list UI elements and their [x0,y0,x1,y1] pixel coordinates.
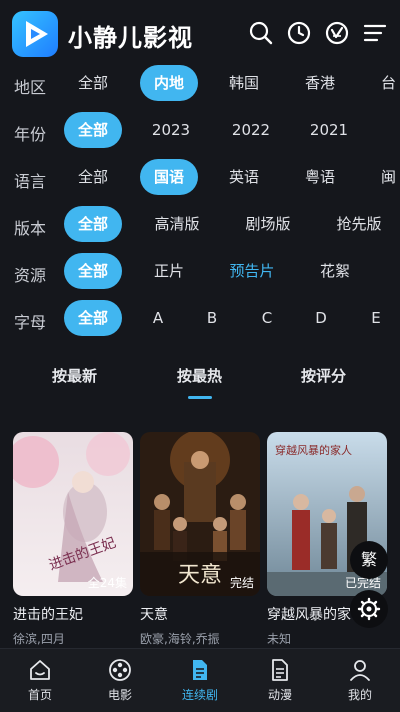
user-icon [350,660,370,681]
nav-label: 动漫 [267,688,292,702]
episode-badge: 全24集 [87,576,127,590]
settings-button[interactable] [350,590,388,628]
search-icon[interactable] [248,20,274,46]
video-list: 进击的王妃 全24集 进击的王妃 徐滨,四月 天意 完结 天意 欧豪,海铃,乔振 [0,432,400,652]
gear-icon [357,597,381,621]
filter-chip[interactable]: 2022 [220,112,282,148]
video-cast: 欧豪,海铃,乔振 [140,632,220,646]
filter-chip[interactable]: 预告片 [222,253,282,289]
filter-chip[interactable]: C [255,300,279,336]
play-icon [26,21,48,47]
filter-chip[interactable]: 粤语 [291,159,349,195]
tab-hottest[interactable]: 按最热 [177,365,222,386]
document-icon [272,659,288,681]
nav-label: 我的 [347,688,372,702]
poster-title: 穿越风暴的家人 [275,443,352,457]
filter-chip[interactable]: 2021 [298,112,360,148]
tab-rating[interactable]: 按评分 [301,365,346,386]
filter-chip[interactable]: 闽 [381,159,400,195]
filter-chip[interactable]: 正片 [140,253,198,289]
nav-movies[interactable]: 电影 [80,649,160,712]
filter-panel: 地区 全部 内地 韩国 香港 台 年份 全部 2023 2022 2021 语言… [0,60,400,342]
filter-chip[interactable]: 2023 [140,112,202,148]
poster[interactable]: 进击的王妃 全24集 [13,432,133,596]
filter-chip[interactable]: B [200,300,224,336]
filter-chip[interactable]: 全部 [64,159,122,195]
filter-chip[interactable]: 抢先版 [327,206,391,242]
bottom-nav: 首页 电影 连续剧 动漫 我的 [0,648,400,712]
filter-chip[interactable]: 剧场版 [236,206,300,242]
tab-latest[interactable]: 按最新 [52,365,97,386]
nav-label: 电影 [107,688,132,702]
history-icon[interactable] [286,20,312,46]
filter-chip-selected[interactable]: 全部 [64,253,122,289]
filter-chip[interactable]: 香港 [291,65,349,101]
filter-row-year: 年份 全部 2023 2022 2021 [0,107,400,153]
active-tab-indicator [188,396,212,399]
film-reel-icon [109,659,131,681]
document-icon [193,660,207,680]
app-title: 小静儿影视 [68,24,193,52]
filter-chip-selected[interactable]: 全部 [64,300,122,336]
traditional-chinese-toggle[interactable]: 繁 [350,541,388,579]
poster-image: 天意 [140,432,260,596]
filter-chip[interactable]: E [364,300,388,336]
filter-chip-selected[interactable]: 全部 [64,206,122,242]
video-title: 天意 [140,607,168,623]
nav-anime[interactable]: 动漫 [240,649,320,712]
app-logo [12,11,58,57]
filter-label: 年份 [14,125,47,144]
filter-row-resource: 资源 全部 正片 预告片 花絮 [0,248,400,294]
app-header: 小静儿影视 [0,0,400,68]
nav-label: 首页 [27,688,52,702]
filter-chip[interactable]: D [309,300,333,336]
filter-chip[interactable]: 全部 [64,65,122,101]
nav-profile[interactable]: 我的 [320,649,400,712]
filter-chip[interactable]: 花絮 [306,253,364,289]
poster-image: 进击的王妃 [13,432,133,596]
filter-label: 版本 [14,219,47,238]
poster[interactable]: 天意 完结 [140,432,260,596]
episode-badge: 完结 [229,576,254,590]
filter-label: 地区 [14,78,47,97]
nav-home[interactable]: 首页 [0,649,80,712]
filter-row-region: 地区 全部 内地 韩国 香港 台 [0,60,400,106]
filter-row-version: 版本 全部 高清版 剧场版 抢先版 [0,201,400,247]
video-cast: 未知 [267,632,292,646]
vip-icon[interactable] [324,20,350,46]
home-icon [30,660,50,680]
video-card[interactable]: 天意 完结 天意 欧豪,海铃,乔振 [140,432,260,647]
filter-chip[interactable]: 台 [381,65,400,101]
nav-label: 连续剧 [181,688,218,702]
filter-row-letter: 字母 全部 A B C D E [0,295,400,341]
sort-tabs: 按最新 按最热 按评分 [0,355,400,405]
menu-icon[interactable] [362,20,388,46]
video-card[interactable]: 进击的王妃 全24集 进击的王妃 徐滨,四月 [13,432,133,647]
filter-chip[interactable]: 高清版 [145,206,209,242]
filter-chip[interactable]: A [146,300,170,336]
filter-label: 字母 [14,313,47,332]
filter-row-language: 语言 全部 国语 英语 粤语 闽 [0,154,400,200]
filter-chip-selected[interactable]: 内地 [140,65,198,101]
filter-chip-selected[interactable]: 全部 [64,112,122,148]
filter-label: 资源 [14,266,47,285]
poster-title: 天意 [178,563,222,588]
nav-series[interactable]: 连续剧 [160,649,240,712]
video-cast: 徐滨,四月 [13,632,65,646]
video-title: 进击的王妃 [13,607,83,623]
filter-chip[interactable]: 韩国 [215,65,273,101]
filter-label: 语言 [14,172,47,191]
filter-chip[interactable]: 英语 [215,159,273,195]
filter-chip-selected[interactable]: 国语 [140,159,198,195]
